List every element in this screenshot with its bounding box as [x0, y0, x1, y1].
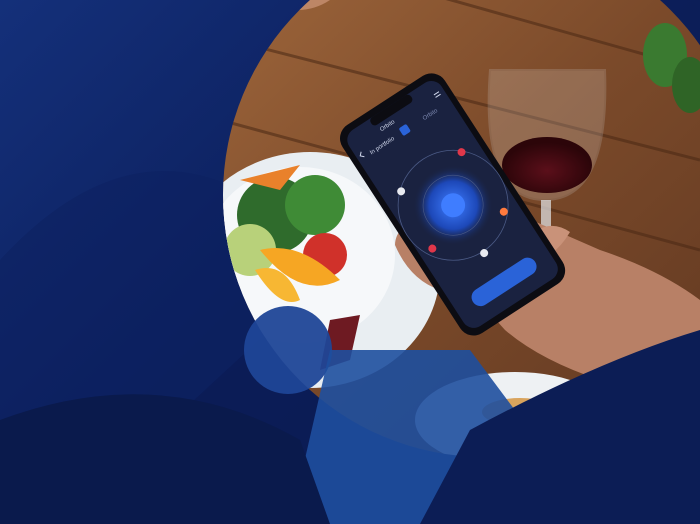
banner-artwork: In portfolio Orbito Orbito [0, 0, 700, 524]
red-wine [502, 137, 592, 193]
accent-circle [244, 306, 332, 394]
hero-banner: In portfolio Orbito Orbito [0, 0, 700, 524]
